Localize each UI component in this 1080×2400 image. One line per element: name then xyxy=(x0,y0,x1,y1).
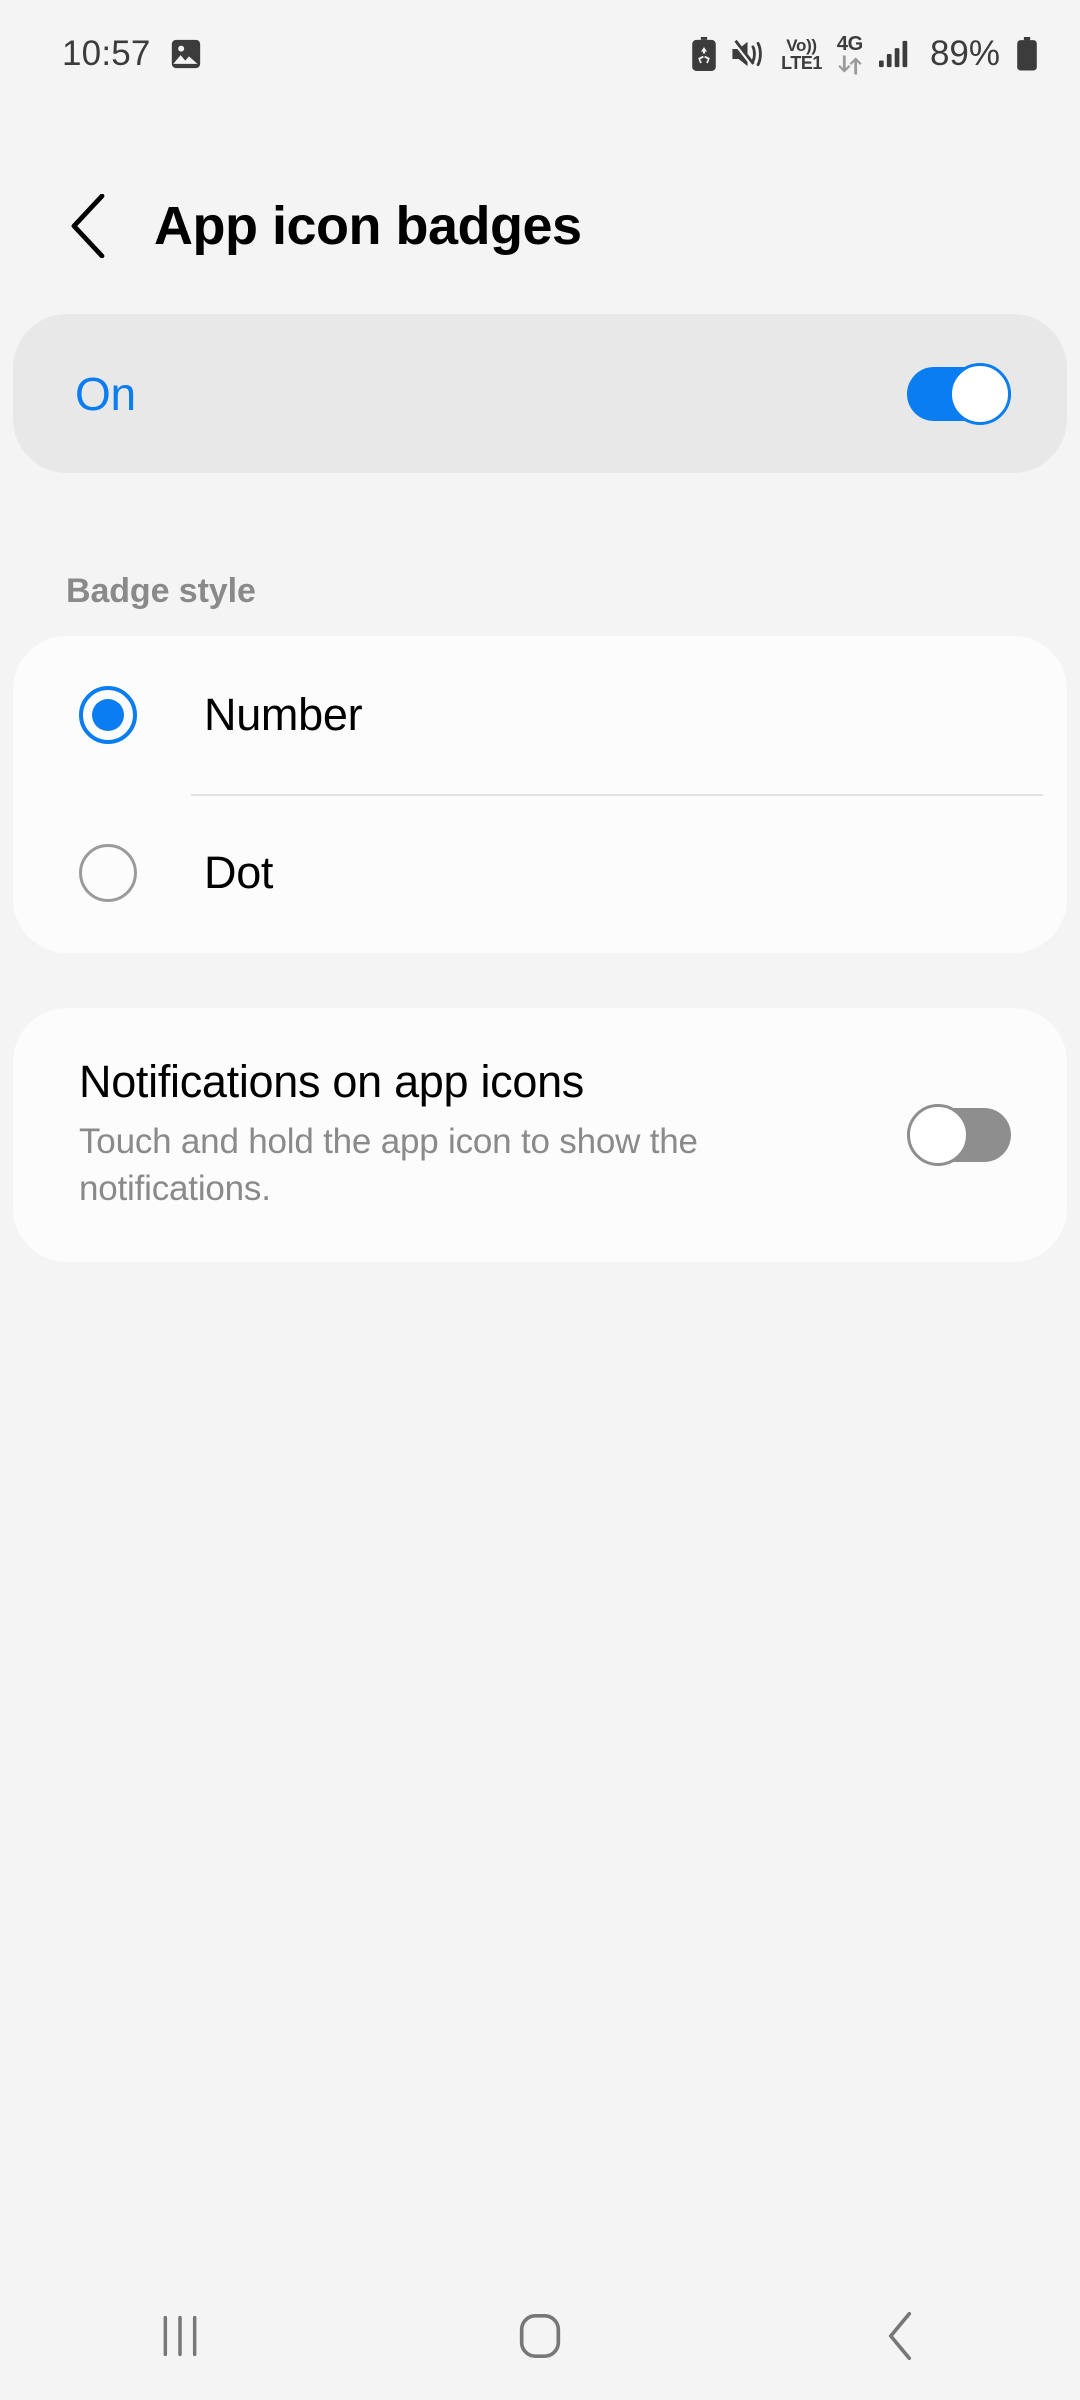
system-navigation-bar xyxy=(0,2272,1080,2400)
radio-label-number: Number xyxy=(204,689,363,740)
mute-vibrate-icon xyxy=(731,39,768,69)
battery-saver-icon xyxy=(690,37,718,71)
signal-bars-icon xyxy=(876,40,913,68)
app-bar: App icon badges xyxy=(0,168,1080,284)
volte-indicator: Vo)) LTE1 xyxy=(781,37,822,72)
master-switch-toggle[interactable] xyxy=(907,362,1011,425)
nav-recents-button[interactable] xyxy=(0,2272,360,2400)
recents-icon xyxy=(159,2314,201,2358)
notifications-on-app-icons-row[interactable]: Notifications on app icons Touch and hol… xyxy=(13,1008,1067,1262)
phone-screen: 10:57 Vo)) LTE1 4G 89% App icon badges O… xyxy=(0,0,1080,2400)
master-switch-label: On xyxy=(75,367,136,420)
back-button[interactable] xyxy=(36,174,140,278)
status-bar-left: 10:57 xyxy=(62,34,203,74)
radio-option-number[interactable]: Number xyxy=(13,636,1067,794)
radio-button-dot[interactable] xyxy=(79,844,137,902)
notifications-title: Notifications on app icons xyxy=(79,1056,584,1108)
page-title: App icon badges xyxy=(154,196,582,256)
radio-button-number[interactable] xyxy=(79,686,137,744)
notifications-text-block: Notifications on app icons Touch and hol… xyxy=(79,1058,799,1212)
nav-home-button[interactable] xyxy=(360,2272,720,2400)
notifications-toggle[interactable] xyxy=(907,1104,1011,1166)
badge-style-section-header: Badge style xyxy=(66,572,256,610)
status-bar: 10:57 Vo)) LTE1 4G 89% xyxy=(0,0,1080,108)
status-clock: 10:57 xyxy=(62,34,151,73)
switch-thumb xyxy=(949,362,1011,425)
switch-thumb xyxy=(907,1104,969,1166)
volte-label-bottom: LTE1 xyxy=(781,52,822,73)
chevron-left-icon xyxy=(68,194,108,258)
master-switch-row[interactable]: On xyxy=(13,314,1067,473)
network-type-label: 4G xyxy=(836,32,863,55)
notifications-description: Touch and hold the app icon to show the … xyxy=(79,1122,698,1208)
badge-style-card: Number Dot xyxy=(13,636,1067,953)
radio-label-dot: Dot xyxy=(204,847,274,898)
volte-label-top: Vo)) xyxy=(786,35,817,55)
status-bar-right: Vo)) LTE1 4G 89% xyxy=(690,34,1038,75)
data-transfer-arrows-icon xyxy=(837,54,863,75)
chevron-left-icon xyxy=(885,2312,915,2360)
battery-percent-label: 89% xyxy=(929,34,1000,73)
home-icon xyxy=(518,2312,562,2360)
battery-icon xyxy=(1013,37,1038,71)
nav-back-button[interactable] xyxy=(720,2272,1080,2400)
network-indicator: 4G xyxy=(837,34,863,75)
radio-option-dot[interactable]: Dot xyxy=(13,794,1067,952)
gallery-icon xyxy=(169,37,203,71)
